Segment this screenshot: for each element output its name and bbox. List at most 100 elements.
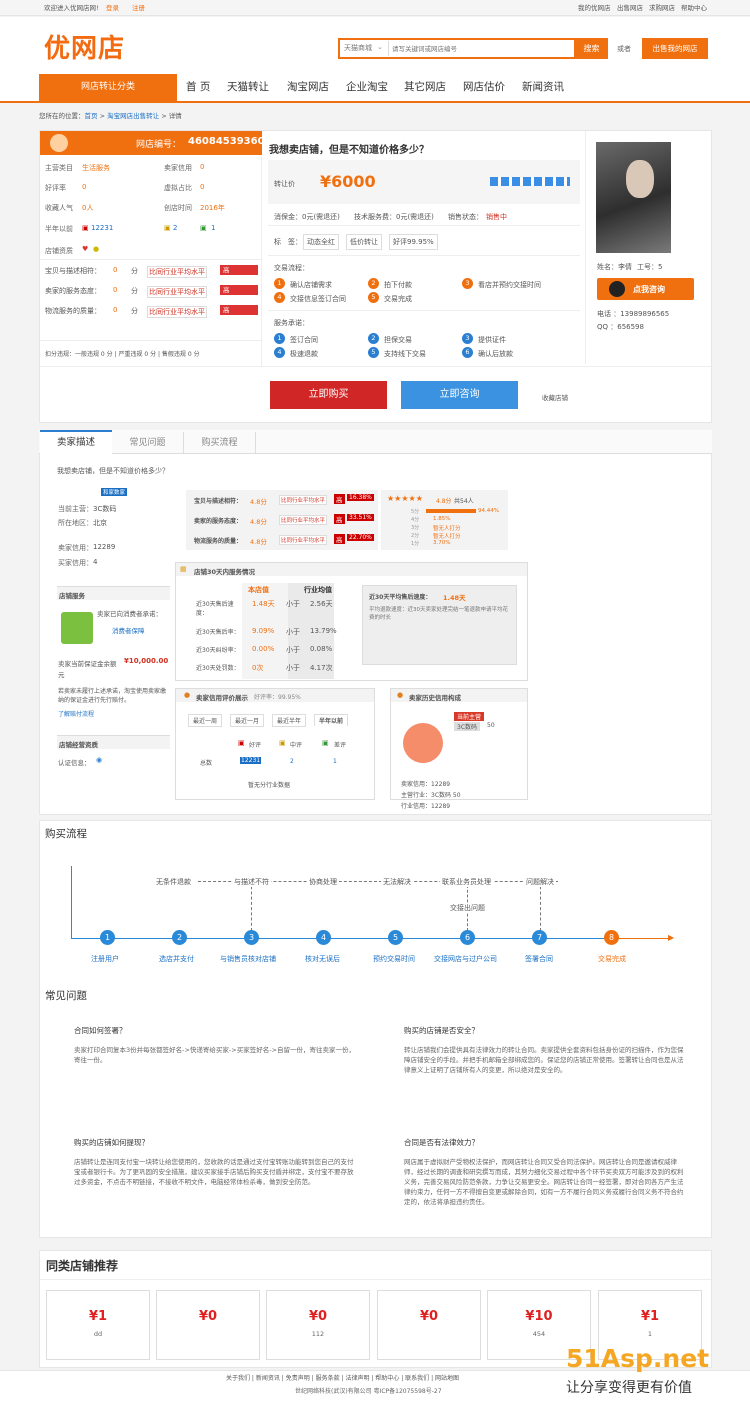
recommend-price: ¥1: [88, 1309, 108, 1324]
process-step: 看店并预约交接时间: [478, 281, 541, 289]
qual-header: 店铺经营资质: [57, 735, 170, 749]
period-tab[interactable]: 最近半年: [272, 714, 307, 727]
promise-item: 担保交易: [384, 336, 412, 344]
shop-no-value: 460845393602: [188, 136, 272, 147]
star-score: 4.8分: [436, 498, 452, 505]
footer-links: 关于我们 | 新闻资讯 | 免责声明 | 服务条款 | 法律声明 | 帮助中心 …: [226, 1375, 460, 1382]
search-divider: [388, 41, 389, 56]
history-cat-credit: 行业信用：12289: [401, 803, 451, 810]
search-input[interactable]: [392, 41, 572, 56]
tab-faq[interactable]: 常见问题: [112, 432, 184, 454]
rating-title: 卖家信用评价展示: [196, 694, 248, 702]
footer-link[interactable]: 免责声明: [286, 1375, 310, 1382]
svc-row-val: 9.09%: [252, 627, 275, 635]
svc-speed-label: 近30天平均售后速度：: [369, 594, 432, 601]
period-tab[interactable]: 最近一月: [230, 714, 265, 727]
agent-phone: 电话 ：13989896565: [597, 310, 670, 318]
footer-link[interactable]: 新闻资讯: [256, 1375, 280, 1382]
nav-enterprise[interactable]: 企业淘宝: [346, 74, 388, 101]
qq-consult-button[interactable]: 点我咨询: [597, 278, 694, 300]
user-icon: ●: [397, 691, 404, 699]
recommend-price: ¥0: [198, 1309, 218, 1324]
dsr-row-pct: 22.70%: [347, 534, 374, 541]
recommend-price: ¥1: [640, 1309, 660, 1324]
consult-now-button[interactable]: 立即咨询: [401, 381, 518, 409]
buy-now-button[interactable]: 立即购买: [270, 381, 387, 409]
svc-speed-value: 1.48天: [443, 594, 466, 602]
tech-fee-text: 技术服务费：0元(需退还): [354, 213, 434, 221]
svc-speed-note: 平均退款速度：近30天卖家处理完结一笔退款申请平均花费的时长: [369, 607, 509, 621]
footer-link[interactable]: 联系我们: [405, 1375, 429, 1382]
my-shop-link[interactable]: 我的优网店: [578, 0, 611, 16]
price-label: 转让价: [274, 180, 295, 188]
dsr-level: 高: [220, 285, 258, 295]
sell-shop-link[interactable]: 出售网店: [617, 0, 643, 16]
promise-item: 确认后放款: [478, 350, 513, 358]
process-label: 交易流程：: [274, 264, 309, 272]
period-tab[interactable]: 最近一周: [188, 714, 223, 727]
svc-row-avg: 0.08%: [310, 645, 333, 653]
nav-tmall[interactable]: 天猫转让: [227, 74, 269, 101]
step-badge: 5: [368, 292, 379, 303]
svc-row-label: 近30天纠纷率：: [196, 647, 240, 654]
period-tab-active[interactable]: 半年以前: [314, 714, 349, 726]
star-row-bar: [426, 509, 476, 513]
nav-home[interactable]: 首 页: [186, 74, 210, 101]
buy-shop-link[interactable]: 求购网店: [649, 0, 675, 16]
register-link[interactable]: 注册: [132, 0, 145, 16]
tab-seller-desc[interactable]: 卖家描述: [40, 430, 112, 455]
bad-icon: ▣: [322, 739, 329, 747]
search-button[interactable]: 搜索: [575, 38, 608, 59]
bond-unit: 元: [58, 671, 65, 679]
flow-mid-label: 交接出问题: [448, 903, 487, 913]
svc-row-cmp: 小于: [286, 600, 300, 608]
breadcrumb-home[interactable]: 首页: [85, 112, 98, 120]
nav-news[interactable]: 新闻资讯: [522, 74, 564, 101]
nav-other[interactable]: 其它网店: [404, 74, 446, 101]
promise-item: 签订合同: [290, 336, 318, 344]
dsr-score: 0: [113, 266, 118, 274]
category-menu[interactable]: 网店转让分类: [39, 74, 177, 101]
recommend-item[interactable]: ¥1 dd: [46, 1290, 150, 1360]
qq-icon: [609, 281, 625, 297]
flow-upper-label: 无法解决: [381, 877, 413, 887]
guard-link[interactable]: 消费者保障: [112, 625, 145, 635]
search-scope-select[interactable]: 天猫商城: [344, 43, 372, 53]
tab-flow[interactable]: 购买流程: [184, 432, 256, 454]
promise-txt: 卖家已向消费者承诺：: [97, 610, 162, 618]
sell-my-shop-button[interactable]: 出售我的网店: [642, 38, 708, 59]
svc-col2: 行业均值: [304, 586, 332, 594]
recommend-item[interactable]: ¥0: [156, 1290, 260, 1360]
share-icons[interactable]: [490, 177, 570, 186]
svc-title: 店铺30天内服务情况: [194, 568, 256, 576]
know-more-link[interactable]: 了解赔付流程: [58, 709, 94, 718]
recommend-item[interactable]: ¥0 112: [266, 1290, 370, 1360]
flow-step-label: 交接网店与过户公司: [434, 955, 497, 963]
recommend-item[interactable]: ¥0: [377, 1290, 481, 1360]
faq-question: 合同如何签署？: [74, 1026, 127, 1035]
footer-link[interactable]: 服务条款: [316, 1375, 340, 1382]
promise-badge: 4: [274, 347, 285, 358]
flow-step-label: 核对无误后: [305, 955, 340, 963]
footer-link[interactable]: 法律声明: [345, 1375, 369, 1382]
favorite-shop-link[interactable]: 收藏店铺: [542, 392, 568, 402]
svc-row-avg: 13.79%: [310, 627, 337, 635]
site-logo[interactable]: 优网店: [44, 28, 125, 65]
help-center-link[interactable]: 帮助中心: [681, 0, 707, 16]
divider: [40, 366, 711, 367]
footer-link[interactable]: 帮助中心: [375, 1375, 399, 1382]
history-val: 50: [487, 722, 495, 729]
footer-link[interactable]: 关于我们: [226, 1375, 250, 1382]
svc-row-cmp: 小于: [286, 628, 300, 636]
login-link[interactable]: 登录: [106, 0, 119, 16]
nav-valuation[interactable]: 网店估价: [463, 74, 505, 101]
flow-upper-label: 问题解决: [524, 877, 556, 887]
nav-taobao[interactable]: 淘宝网店: [287, 74, 329, 101]
dsr-row-cmp: 比同行业平均水平: [279, 495, 328, 505]
flow-step-label: 签署合同: [525, 955, 553, 963]
flow-end-line: [611, 938, 671, 939]
footer-link[interactable]: 网站地图: [435, 1375, 459, 1382]
flow-upper-label: 协商处理: [307, 877, 339, 887]
welcome-text: 欢迎进入优网店网!: [44, 4, 99, 12]
breadcrumb-mid[interactable]: 淘宝网店出售转让: [107, 112, 159, 120]
